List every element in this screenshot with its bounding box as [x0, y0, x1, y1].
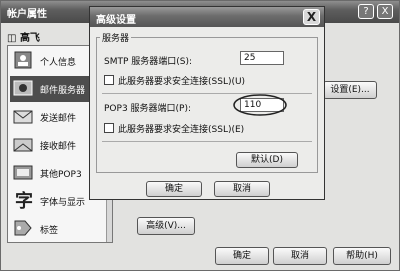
user-icon: ◫ — [7, 33, 17, 44]
other-pop3-icon — [13, 165, 33, 180]
settings-button[interactable]: 设置(E)... — [323, 81, 377, 99]
smtp-ssl-label: 此服务器要求安全连接(SSL)(U) — [118, 77, 246, 87]
window-title: 帐户属性 — [7, 9, 47, 20]
dialog-ok-button[interactable]: 确定 — [146, 181, 202, 197]
default-button[interactable]: 默认(D) — [236, 152, 298, 168]
advanced-settings-dialog: 高级设置 X 服务器 SMTP 服务器端口(S): 25 此服务器要求安全连接(… — [89, 6, 325, 200]
group-divider — [102, 141, 312, 142]
send-mail-icon — [13, 110, 33, 124]
personal-info-icon — [14, 51, 32, 69]
account-properties-window: 帐户属性 ? X ◫ 高飞 个人信息 邮件服务器 发送邮件 接收邮件 其他POP… — [0, 0, 400, 271]
pop3-ssl-label: 此服务器要求安全连接(SSL)(E) — [118, 125, 245, 135]
user-header: ◫ 高飞 — [7, 29, 40, 44]
receive-mail-icon — [13, 138, 33, 152]
sidebar-item-label: 个人信息 — [40, 58, 77, 68]
smtp-ssl-checkbox[interactable] — [104, 75, 114, 85]
font-display-icon: 字 — [15, 190, 33, 211]
help-title-button[interactable]: ? — [358, 4, 374, 19]
sidebar-item-label: 发送邮件 — [40, 114, 77, 124]
sidebar-item-label: 标签 — [40, 226, 59, 236]
sidebar-item-tag[interactable]: 标签 — [10, 216, 110, 242]
smtp-port-label: SMTP 服务器端口(S): — [104, 57, 193, 67]
mail-server-icon — [13, 80, 33, 96]
server-group-label: 服务器 — [100, 31, 132, 44]
pop3-port-label: POP3 服务器端口(P): — [104, 104, 192, 114]
user-name: 高飞 — [19, 33, 40, 44]
sidebar-item-label: 其他POP3 — [40, 170, 82, 180]
pop3-ssl-checkbox[interactable] — [104, 123, 114, 133]
dialog-close-button[interactable]: X — [303, 9, 320, 25]
smtp-port-input[interactable]: 25 — [240, 51, 284, 65]
sidebar-item-label: 字体与显示 — [40, 198, 86, 208]
ok-button[interactable]: 确定 — [215, 247, 269, 265]
dialog-titlebar: 高级设置 X — [90, 7, 324, 27]
highlight-ellipse — [233, 94, 287, 116]
dialog-title: 高级设置 — [96, 15, 136, 26]
close-title-button[interactable]: X — [377, 4, 393, 19]
advanced-button[interactable]: 高级(V)... — [137, 217, 195, 235]
svg-text:字: 字 — [15, 190, 33, 211]
tag-icon — [14, 220, 32, 236]
cancel-button[interactable]: 取消 — [273, 247, 327, 265]
sidebar-item-label: 接收邮件 — [40, 142, 77, 152]
help-button[interactable]: 帮助(H) — [333, 247, 391, 265]
sidebar-item-label: 邮件服务器 — [40, 86, 86, 96]
dialog-cancel-button[interactable]: 取消 — [214, 181, 270, 197]
